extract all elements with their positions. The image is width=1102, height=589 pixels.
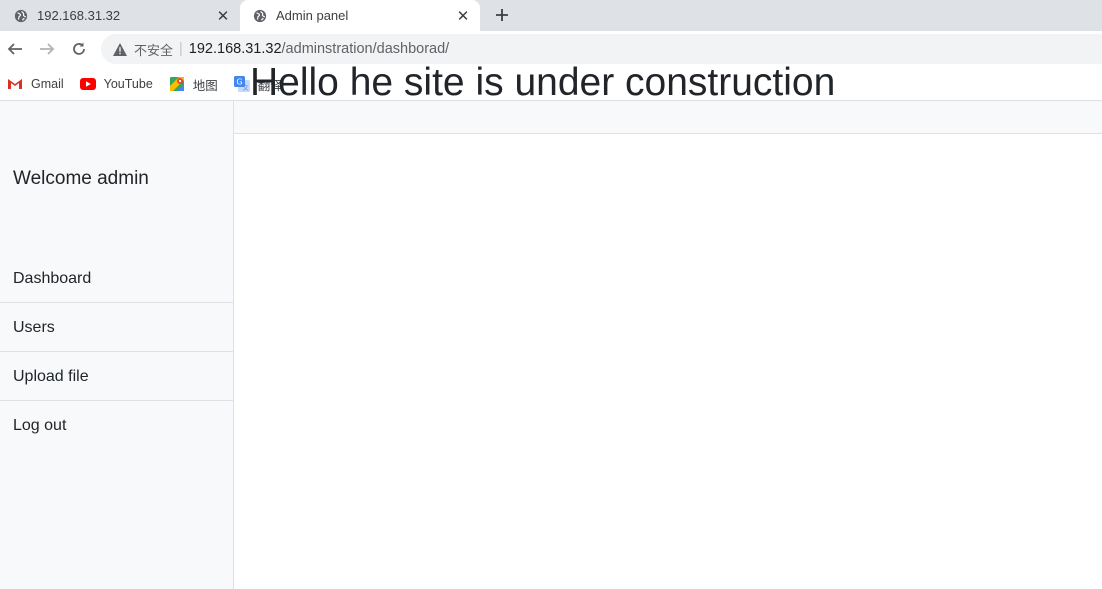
browser-tab[interactable]: 192.168.31.32 ✕ xyxy=(0,0,240,31)
reload-icon[interactable] xyxy=(67,37,91,61)
bookmark-maps[interactable]: 地图 xyxy=(169,75,218,94)
warning-triangle-icon[interactable] xyxy=(112,41,128,57)
sidebar-item-upload-file[interactable]: Upload file xyxy=(0,352,233,401)
tab-title: 192.168.31.32 xyxy=(37,8,121,23)
url-path: /adminstration/dashborad/ xyxy=(281,41,450,57)
bookmark-label: 地图 xyxy=(192,78,218,93)
address-bar[interactable]: 不安全 | 192.168.31.32/adminstration/dashbo… xyxy=(101,34,1102,64)
gmail-icon xyxy=(7,76,23,92)
youtube-icon xyxy=(79,76,96,92)
sidebar-menu: Dashboard Users Upload file Log out xyxy=(0,254,233,450)
sidebar: Welcome admin Dashboard Users Upload fil… xyxy=(0,101,234,589)
translate-icon: G文 xyxy=(233,76,250,92)
sidebar-item-users[interactable]: Users xyxy=(0,303,233,352)
url-host: 192.168.31.32 xyxy=(188,41,282,57)
close-icon[interactable]: ✕ xyxy=(215,8,231,25)
maps-icon xyxy=(169,76,185,92)
sidebar-item-log-out[interactable]: Log out xyxy=(0,401,233,450)
browser-tab-active[interactable]: Admin panel ✕ xyxy=(240,0,480,31)
welcome-text: Welcome admin xyxy=(13,168,149,189)
forward-arrow-icon[interactable] xyxy=(35,37,59,61)
divider: | xyxy=(179,41,183,57)
svg-text:文: 文 xyxy=(242,84,248,92)
page-heading: Hello he site is under construction xyxy=(250,61,836,104)
bookmark-label: Gmail xyxy=(31,77,64,91)
tab-strip: 192.168.31.32 ✕ Admin panel ✕ xyxy=(0,0,1102,31)
new-tab-plus-icon[interactable] xyxy=(491,4,513,26)
bookmark-youtube[interactable]: YouTube xyxy=(79,76,153,92)
bookmark-gmail[interactable]: Gmail xyxy=(7,76,64,92)
back-arrow-icon[interactable] xyxy=(3,37,27,61)
close-icon[interactable]: ✕ xyxy=(455,8,471,25)
security-label[interactable]: 不安全 xyxy=(134,40,173,59)
tab-title: Admin panel xyxy=(276,8,349,23)
top-navbar xyxy=(234,101,1102,134)
globe-icon xyxy=(253,9,267,23)
sidebar-item-dashboard[interactable]: Dashboard xyxy=(0,254,233,303)
bookmark-label: YouTube xyxy=(103,77,153,91)
globe-icon xyxy=(14,9,28,23)
page-viewport: Welcome admin Dashboard Users Upload fil… xyxy=(0,100,1102,589)
